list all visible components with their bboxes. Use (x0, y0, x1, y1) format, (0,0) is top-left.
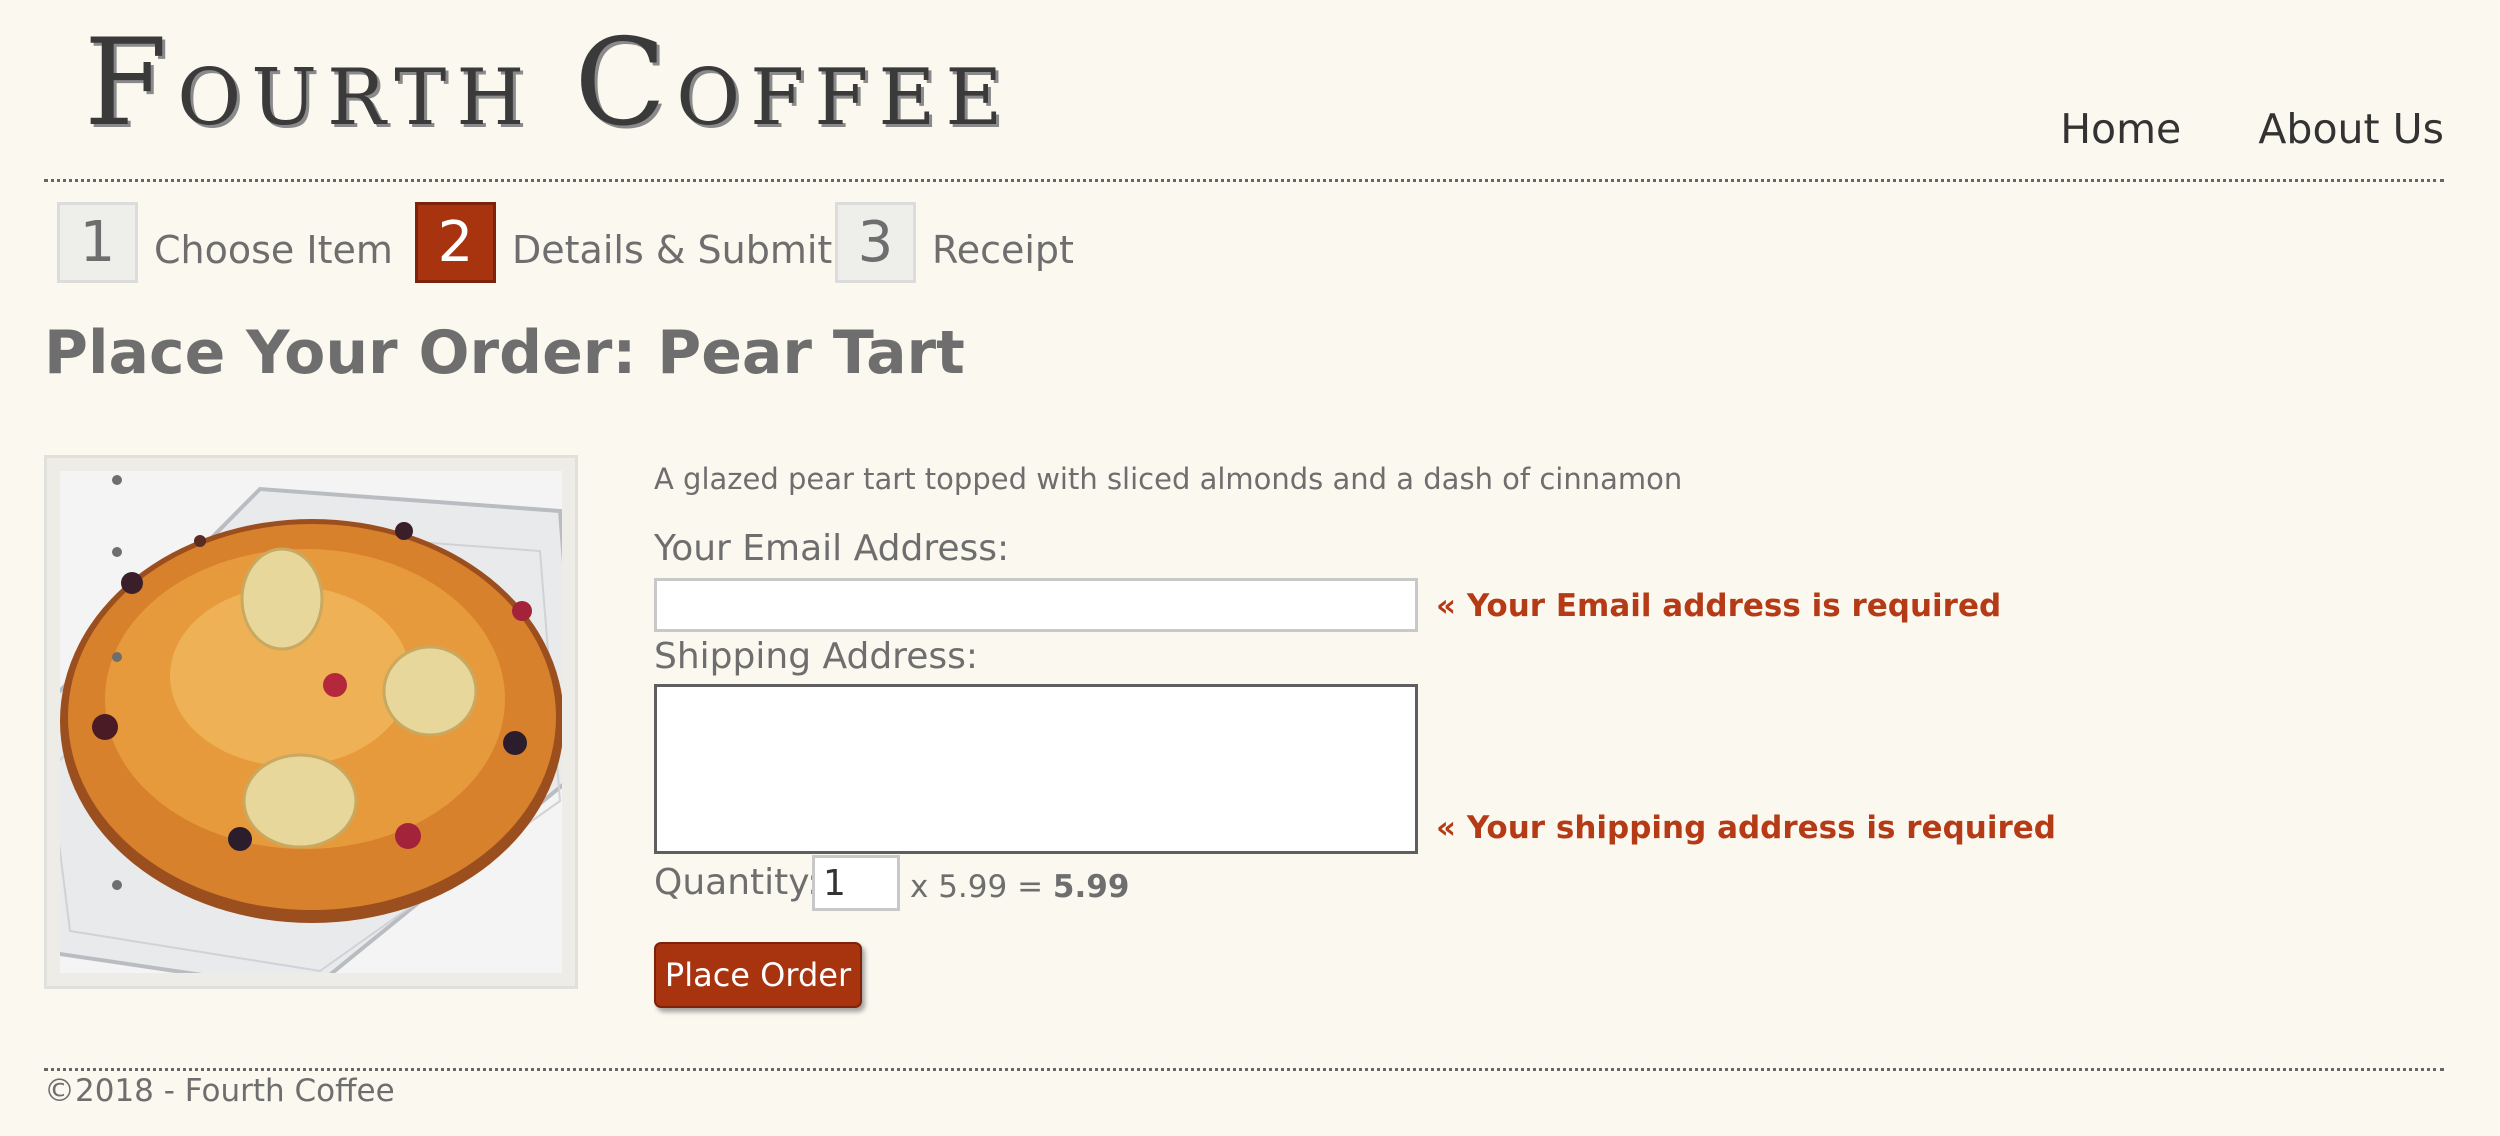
site-header: FOURTH COFFEE Home About Us (44, 0, 2444, 180)
list-bullet (112, 475, 122, 485)
unit-price-text: x 5.99 = (910, 869, 1044, 905)
footer-divider (44, 1068, 2444, 1071)
step-number: 3 (835, 202, 916, 283)
shipping-label: Shipping Address: (654, 636, 978, 677)
logo-initial-f: F (84, 14, 178, 153)
shipping-address-field[interactable] (654, 684, 1418, 854)
main-nav: Home About Us (1988, 105, 2444, 153)
price-calculation: x 5.99 = 5.99 (910, 869, 1129, 905)
pear-tart-photo (60, 471, 562, 973)
order-total: 5.99 (1052, 869, 1130, 905)
step-label: Details & Submit (512, 228, 833, 272)
step-number: 1 (57, 202, 138, 283)
footer-copyright: ©2018 - Fourth Coffee (44, 1073, 395, 1109)
email-label: Your Email Address: (654, 528, 1010, 569)
header-divider (44, 179, 2444, 182)
logo-rest-ourth: OURTH (177, 53, 535, 143)
quantity-field[interactable] (812, 855, 900, 911)
email-error-message: « Your Email address is required (1436, 588, 2002, 624)
logo-word-fourth: FOURTH (84, 24, 534, 144)
email-field[interactable] (654, 578, 1418, 632)
quantity-label: Quantity: (654, 862, 820, 903)
logo-rest-offee: OFFEE (676, 53, 1013, 143)
place-order-button[interactable]: Place Order (654, 942, 862, 1008)
shipping-error-message: « Your shipping address is required (1436, 810, 2056, 846)
page-title: Place Your Order: Pear Tart (44, 318, 965, 388)
step-label: Receipt (932, 228, 1074, 272)
site-logo[interactable]: FOURTH COFFEE (84, 24, 1052, 144)
nav-home-link[interactable]: Home (2060, 105, 2181, 153)
list-bullet (112, 652, 122, 662)
logo-initial-c: C (574, 14, 677, 153)
step-label: Choose Item (154, 228, 393, 272)
step-number: 2 (415, 202, 496, 283)
list-bullet (112, 880, 122, 890)
logo-word-coffee: COFFEE (574, 24, 1012, 144)
product-description: A glazed pear tart topped with sliced al… (654, 462, 1683, 496)
list-bullet (112, 547, 122, 557)
nav-about-link[interactable]: About Us (2258, 105, 2444, 153)
